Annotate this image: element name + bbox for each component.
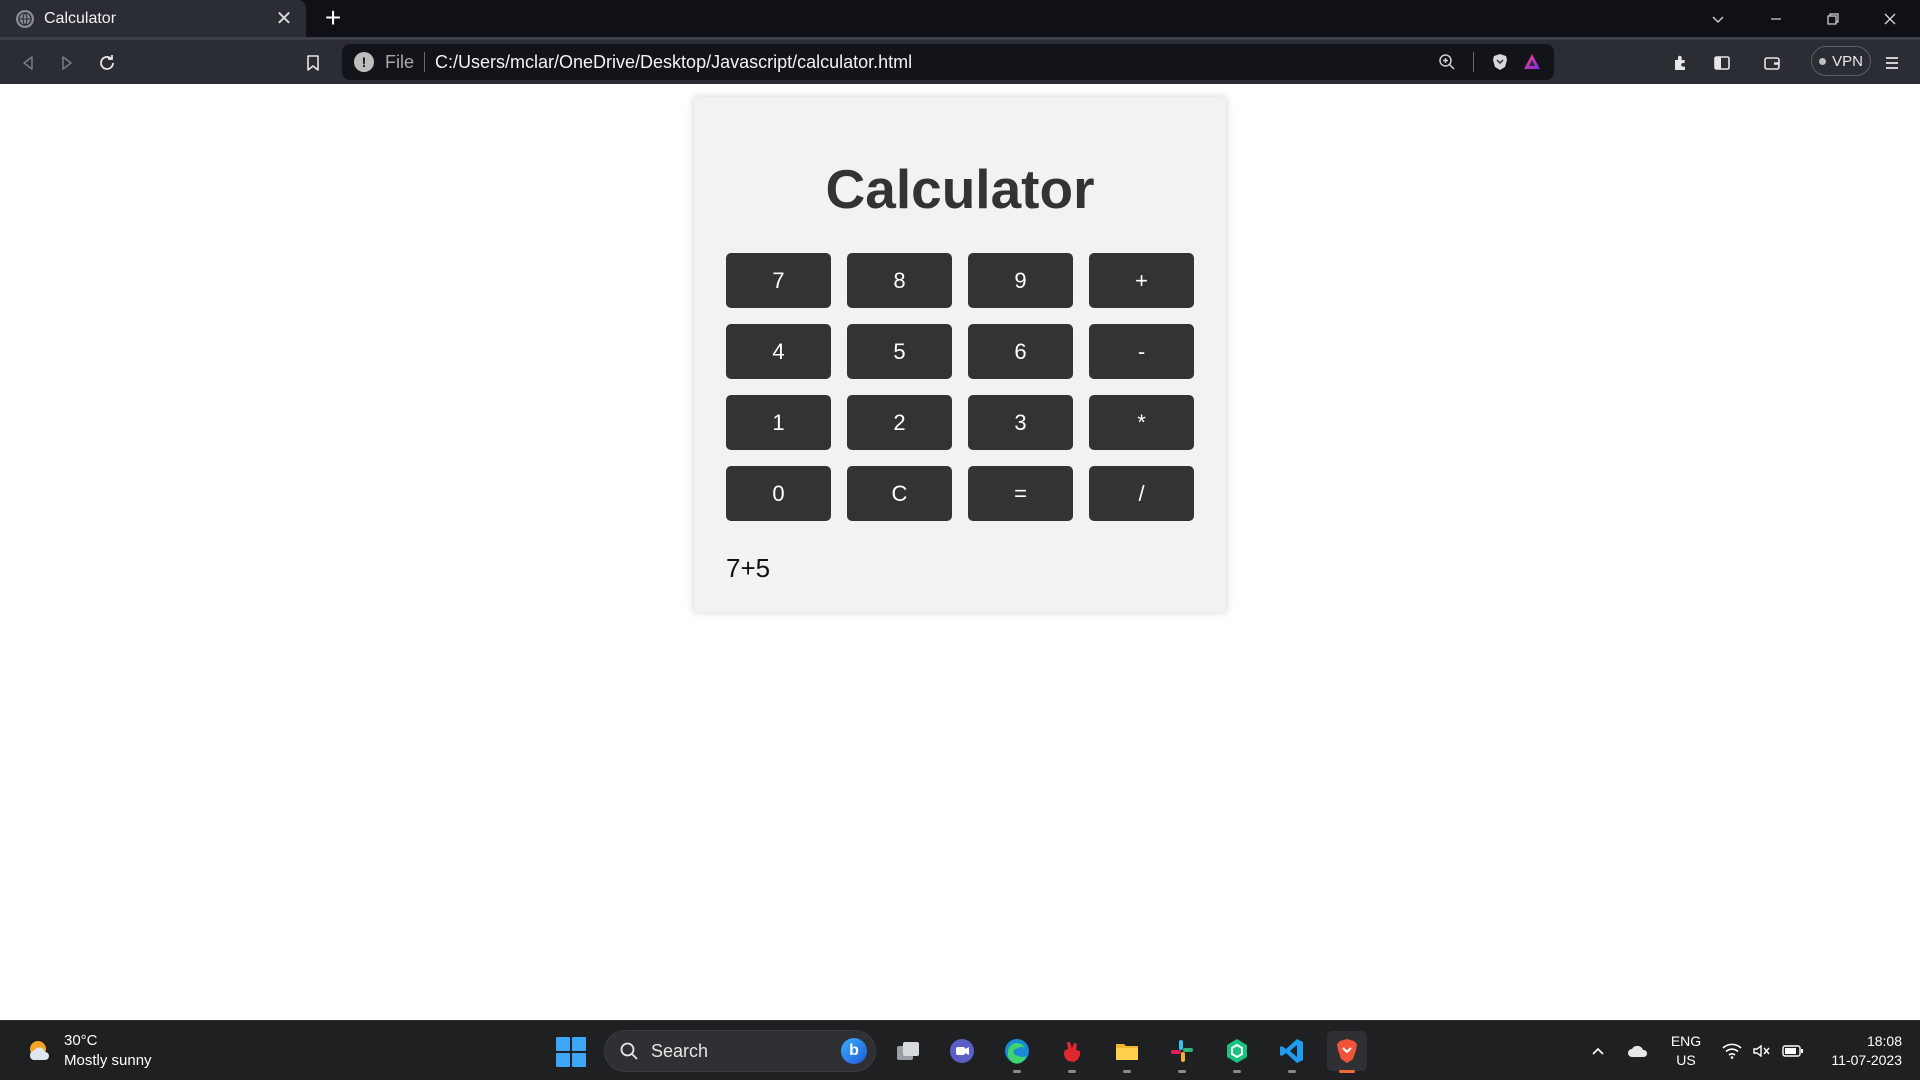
back-icon[interactable]	[12, 47, 44, 79]
button-1[interactable]: 1	[726, 395, 831, 450]
address-divider	[424, 52, 426, 72]
search-icon	[620, 1042, 638, 1060]
button-multiply[interactable]: *	[1089, 395, 1194, 450]
search-label: Search	[651, 1040, 709, 1061]
chevron-up-icon[interactable]	[1584, 1021, 1612, 1080]
onedrive-cloud-icon[interactable]	[1622, 1021, 1654, 1080]
button-3[interactable]: 3	[968, 395, 1073, 450]
windows-taskbar: 30°C Mostly sunny Search b ENG US 18:08 …	[0, 1020, 1920, 1080]
wifi-icon[interactable]	[1718, 1021, 1746, 1080]
vpn-status-dot-icon	[1819, 57, 1827, 65]
clock-date: 11-07-2023	[1831, 1052, 1902, 1068]
brave-browser-icon[interactable]	[1327, 1031, 1367, 1073]
globe-icon	[16, 9, 34, 28]
reload-icon[interactable]	[91, 47, 123, 79]
volume-muted-icon[interactable]	[1748, 1021, 1776, 1080]
button-7[interactable]: 7	[726, 253, 831, 308]
calculator-card: Calculator 7 8 9 + 4 5 6 - 1 2 3 * 0 C =…	[694, 97, 1226, 612]
bookmark-icon[interactable]	[297, 47, 329, 79]
file-explorer-icon[interactable]	[1107, 1031, 1147, 1073]
button-6[interactable]: 6	[968, 324, 1073, 379]
url-text[interactable]: C:/Users/mclar/OneDrive/Desktop/Javascri…	[435, 52, 1431, 73]
start-tile-icon	[572, 1053, 586, 1067]
tab-calculator[interactable]: Calculator ✕	[0, 0, 306, 37]
running-indicator	[1288, 1070, 1296, 1073]
button-8[interactable]: 8	[847, 253, 952, 308]
address-bar[interactable]: ! File C:/Users/mclar/OneDrive/Desktop/J…	[342, 44, 1554, 80]
start-tile-icon	[556, 1037, 570, 1051]
running-indicator	[1178, 1070, 1186, 1073]
button-equals[interactable]: =	[968, 466, 1073, 521]
clicker-app-icon[interactable]	[1052, 1031, 1092, 1073]
system-clock[interactable]: 18:08 11-07-2023	[1816, 1032, 1902, 1070]
language-indicator[interactable]: ENG US	[1668, 1032, 1704, 1070]
running-indicator	[1013, 1070, 1021, 1073]
sidebar-icon[interactable]	[1706, 47, 1738, 79]
weather-description[interactable]: Mostly sunny	[64, 1052, 152, 1069]
page-title: Calculator	[825, 158, 1095, 220]
running-indicator	[1233, 1070, 1241, 1073]
start-tile-icon	[572, 1037, 586, 1051]
info-icon[interactable]: !	[354, 52, 374, 72]
button-add[interactable]: +	[1089, 253, 1194, 308]
windows-start-icon[interactable]	[556, 1037, 586, 1067]
button-5[interactable]: 5	[847, 324, 952, 379]
edge-icon[interactable]	[997, 1031, 1037, 1073]
extensions-icon[interactable]	[1665, 47, 1697, 79]
brave-shields-icon[interactable]	[1484, 46, 1516, 78]
tab-title: Calculator	[44, 9, 117, 27]
language-code: ENG	[1670, 1033, 1702, 1049]
button-divide[interactable]: /	[1089, 466, 1194, 521]
button-0[interactable]: 0	[726, 466, 831, 521]
weather-sun-cloud-icon[interactable]	[25, 1036, 55, 1066]
tab-search-chevron-icon[interactable]	[1690, 0, 1746, 37]
browser-toolbar: ! File C:/Users/mclar/OneDrive/Desktop/J…	[0, 37, 1920, 84]
chatgpt-icon[interactable]	[1217, 1031, 1257, 1073]
battery-icon[interactable]	[1778, 1021, 1808, 1080]
vscode-icon[interactable]	[1272, 1031, 1312, 1073]
brave-rewards-icon[interactable]	[1516, 46, 1548, 78]
vpn-label: VPN	[1832, 52, 1863, 70]
task-view-icon[interactable]	[888, 1031, 928, 1071]
close-tab-icon[interactable]: ✕	[270, 6, 298, 31]
new-tab-button[interactable]: +	[318, 4, 348, 32]
wallet-icon[interactable]	[1756, 47, 1788, 79]
restore-icon[interactable]	[1805, 0, 1861, 37]
button-4[interactable]: 4	[726, 324, 831, 379]
minimize-icon[interactable]	[1748, 0, 1804, 37]
teams-chat-icon[interactable]	[942, 1031, 982, 1071]
button-subtract[interactable]: -	[1089, 324, 1194, 379]
button-clear[interactable]: C	[847, 466, 952, 521]
taskbar-search[interactable]: Search b	[604, 1030, 876, 1072]
forward-icon[interactable]	[51, 47, 83, 79]
scheme-label: File	[385, 51, 415, 72]
browser-titlebar: Calculator ✕ +	[0, 0, 1920, 37]
active-indicator	[1339, 1070, 1355, 1073]
button-2[interactable]: 2	[847, 395, 952, 450]
vpn-button[interactable]: VPN	[1811, 46, 1871, 76]
clock-time: 18:08	[1866, 1033, 1902, 1049]
weather-temperature[interactable]: 30°C	[64, 1032, 98, 1049]
language-region: US	[1676, 1052, 1696, 1068]
start-tile-icon	[556, 1053, 570, 1067]
running-indicator	[1068, 1070, 1076, 1073]
menu-icon[interactable]	[1876, 47, 1908, 79]
slack-icon[interactable]	[1162, 1031, 1202, 1073]
running-indicator	[1123, 1070, 1131, 1073]
calculator-display: 7+5	[726, 553, 771, 583]
zoom-icon[interactable]	[1431, 46, 1463, 78]
close-window-icon[interactable]	[1862, 0, 1918, 37]
address-divider-2	[1473, 52, 1474, 72]
bing-icon[interactable]: b	[841, 1038, 867, 1064]
button-9[interactable]: 9	[968, 253, 1073, 308]
